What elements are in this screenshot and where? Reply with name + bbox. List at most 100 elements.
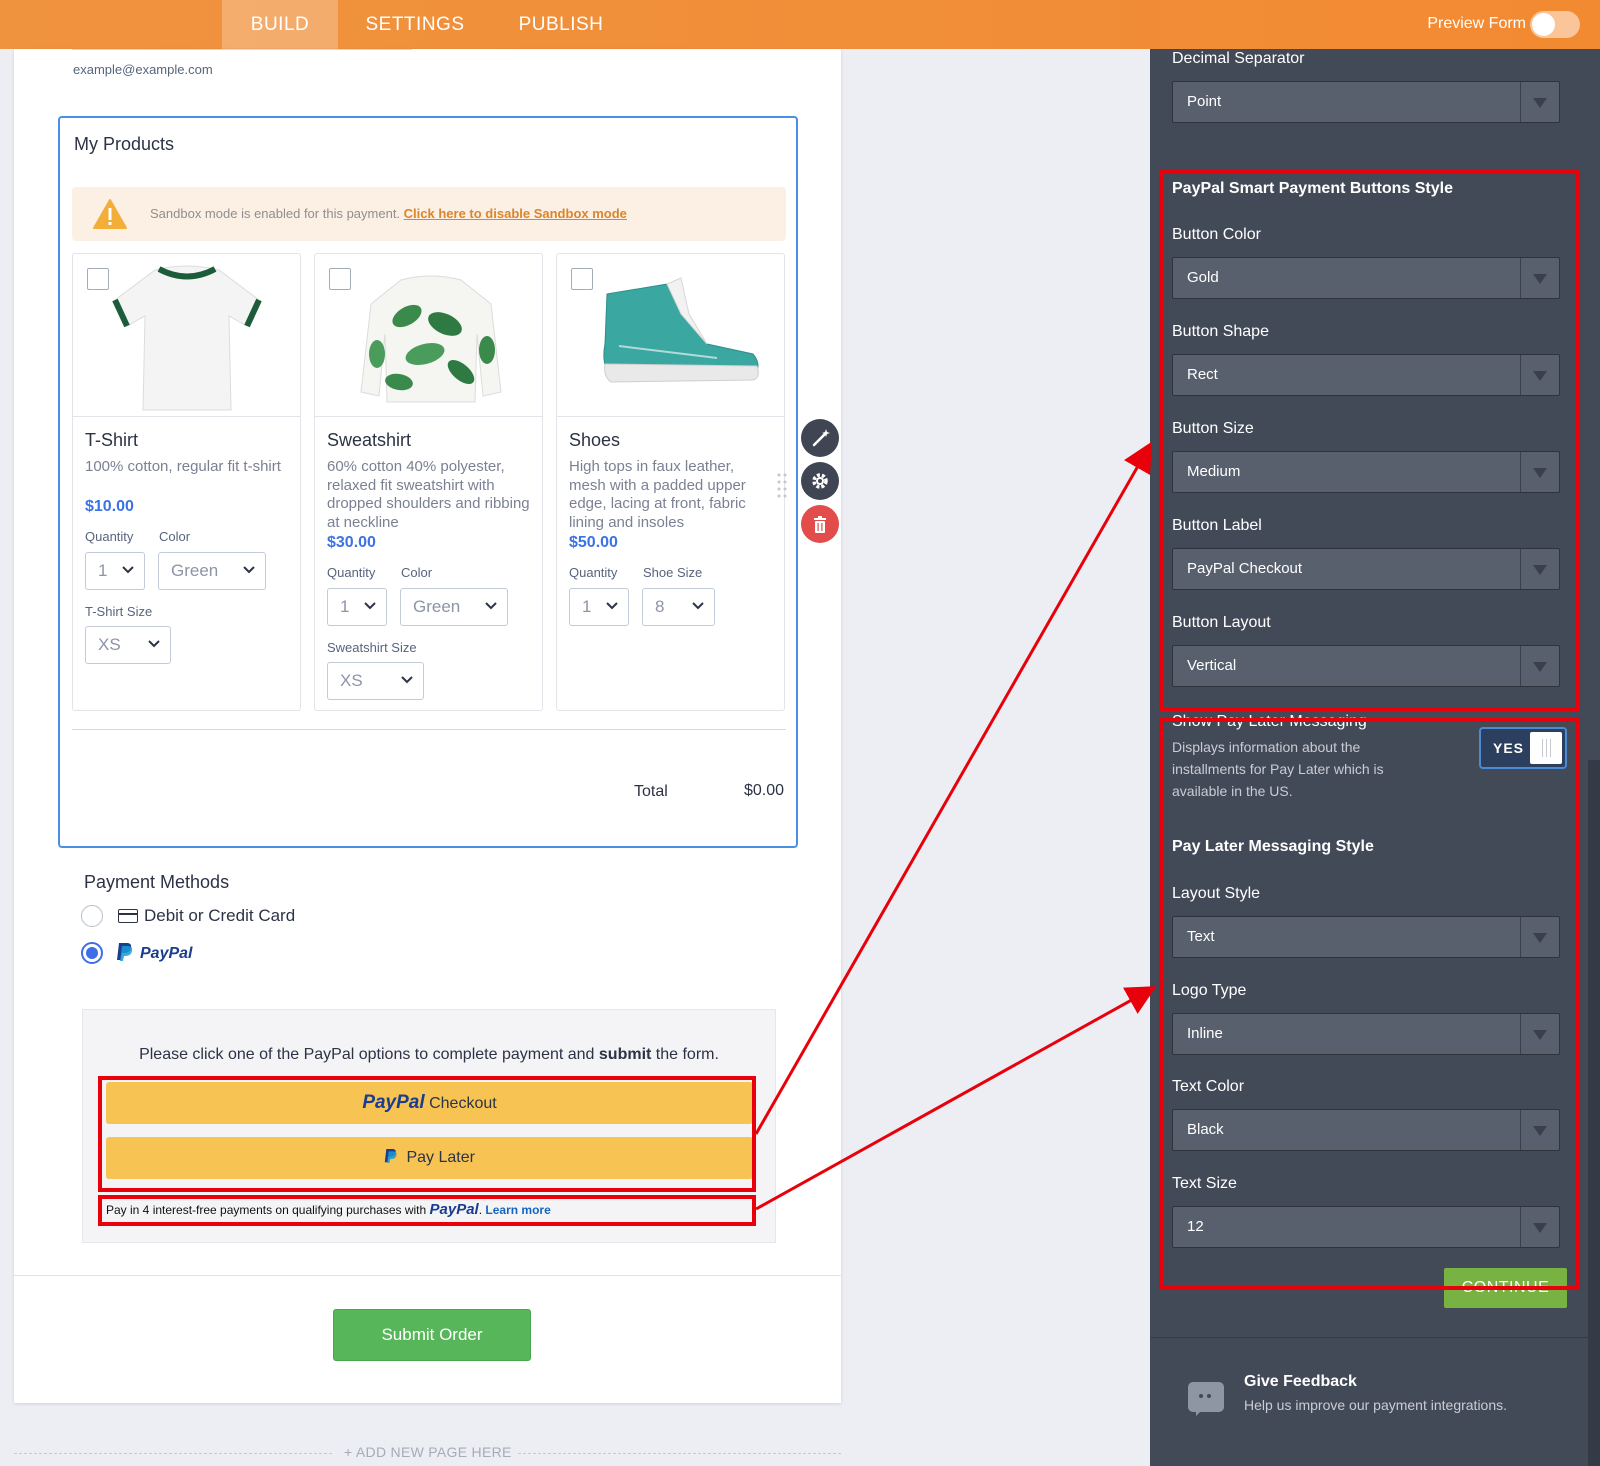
product-name: T-Shirt (85, 430, 139, 450)
quantity-label: Quantity (569, 565, 618, 580)
products-divider (72, 729, 786, 730)
product-description: High tops in faux leather, mesh with a p… (569, 458, 746, 531)
color-value: Green (413, 597, 461, 616)
give-feedback-title[interactable]: Give Feedback (1244, 1373, 1357, 1391)
paypal-instruction: Please click one of the PayPal options t… (83, 1046, 775, 1064)
paypal-wordmark: PayPal (140, 945, 193, 962)
decimal-separator-value: Point (1187, 93, 1222, 110)
sandbox-message: Sandbox mode is enabled for this payment… (150, 206, 627, 221)
decimal-separator-label: Decimal Separator (1172, 50, 1305, 67)
delete-field-button[interactable] (801, 505, 839, 543)
color-select[interactable]: Green (400, 588, 508, 626)
product-card-sweatshirt: Sweatshirt 60% cotton 40% polyester, rel… (314, 253, 543, 711)
panel-scrollbar[interactable] (1588, 760, 1600, 1466)
product-checkbox[interactable] (329, 268, 351, 290)
instruction-suffix: the form. (651, 1046, 719, 1063)
chevron-down-icon (485, 602, 497, 610)
card-option-label: Debit or Credit Card (144, 906, 296, 925)
size-value: XS (340, 671, 363, 690)
dashed-line (518, 1453, 841, 1454)
quantity-value: 1 (340, 597, 350, 616)
product-name: Sweatshirt (327, 430, 412, 450)
chevron-down-icon (148, 640, 160, 648)
wand-button[interactable] (801, 419, 839, 457)
annotation-pay-later-message-box (98, 1195, 756, 1226)
chevron-down-icon (606, 602, 618, 610)
product-checkbox[interactable] (87, 268, 109, 290)
sandbox-notice: Sandbox mode is enabled for this payment… (72, 187, 786, 241)
dashed-line (14, 1453, 332, 1454)
paypal-radio[interactable] (81, 942, 103, 964)
email-field[interactable] (72, 49, 412, 50)
tab-publish[interactable]: PUBLISH (500, 0, 622, 49)
product-description: 100% cotton, regular fit t-shirt (85, 458, 281, 475)
submit-order-button[interactable]: Submit Order (333, 1309, 531, 1361)
size-select[interactable]: XS (327, 662, 424, 700)
add-new-page-label: + ADD NEW PAGE HERE (344, 1444, 512, 1460)
quantity-select[interactable]: 1 (327, 588, 387, 626)
tab-build[interactable]: BUILD (222, 0, 338, 49)
annotation-pay-later-box (1159, 718, 1580, 1290)
product-card-tshirt: T-Shirt 100% cotton, regular fit t-shirt… (72, 253, 301, 711)
give-feedback-subtitle: Help us improve our payment integrations… (1244, 1397, 1508, 1413)
instruction-bold: submit (598, 1046, 652, 1063)
size-select[interactable]: XS (85, 626, 171, 664)
drag-handle-icon[interactable] (777, 472, 787, 498)
size-label: T-Shirt Size (85, 604, 153, 619)
submit-divider (14, 1275, 841, 1276)
card-radio[interactable] (81, 905, 103, 927)
chevron-down-icon (122, 566, 134, 574)
size-label: Sweatshirt Size (327, 640, 417, 655)
products-field[interactable]: My Products Sandbox mode is enabled for … (58, 116, 798, 848)
warning-icon (93, 199, 127, 229)
toggle-knob (1532, 13, 1555, 36)
preview-form-toggle[interactable] (1530, 11, 1580, 38)
total-label: Total (634, 783, 668, 800)
preview-form-label: Preview Form (1427, 15, 1526, 32)
payment-methods-title: Payment Methods (84, 872, 230, 892)
shoe-size-select[interactable]: 8 (642, 588, 715, 626)
chevron-down-icon (364, 602, 376, 610)
color-label: Color (159, 529, 191, 544)
annotation-smart-buttons-box (1159, 170, 1580, 711)
credit-card-icon (118, 909, 138, 923)
chevron-down-icon (692, 602, 704, 610)
magic-wand-icon (812, 429, 830, 447)
paypal-option-label: PayPal (140, 945, 192, 963)
quantity-value: 1 (582, 597, 592, 616)
top-navigation-bar: BUILD SETTINGS PUBLISH Preview Form (0, 0, 1600, 49)
chevron-down-icon (401, 676, 413, 684)
color-value: Green (171, 561, 219, 580)
product-price: $10.00 (85, 498, 134, 515)
quantity-value: 1 (98, 561, 108, 580)
field-settings-button[interactable] (801, 462, 839, 500)
annotation-paypal-buttons-box (98, 1076, 756, 1192)
color-label: Color (401, 565, 433, 580)
product-price: $30.00 (327, 534, 376, 551)
total-value: $0.00 (743, 782, 784, 799)
product-checkbox[interactable] (571, 268, 593, 290)
color-select[interactable]: Green (158, 552, 266, 590)
sandbox-text: Sandbox mode is enabled for this payment… (150, 206, 401, 221)
shoe-size-value: 8 (655, 597, 665, 616)
tab-settings[interactable]: SETTINGS (350, 0, 480, 49)
email-hint: example@example.com (73, 62, 213, 77)
size-value: XS (98, 635, 121, 654)
product-price: $50.00 (569, 534, 618, 551)
dropdown-arrow-icon (1533, 98, 1547, 108)
products-title: My Products (74, 134, 175, 154)
feedback-divider (1150, 1337, 1600, 1338)
add-new-page[interactable]: + ADD NEW PAGE HERE (14, 1444, 841, 1464)
trash-icon (814, 516, 826, 533)
disable-sandbox-link[interactable]: Click here to disable Sandbox mode (404, 206, 627, 221)
quantity-label: Quantity (85, 529, 134, 544)
chat-bubble-icon (1188, 1382, 1224, 1416)
quantity-select[interactable]: 1 (569, 588, 629, 626)
decimal-separator-select[interactable]: Point (1172, 81, 1560, 123)
quantity-select[interactable]: 1 (85, 552, 145, 590)
quantity-label: Quantity (327, 565, 376, 580)
product-card-shoes: Shoes High tops in faux leather, mesh wi… (556, 253, 785, 711)
paypal-p-icon (117, 943, 133, 961)
gear-icon (812, 473, 828, 489)
chevron-down-icon (243, 566, 255, 574)
